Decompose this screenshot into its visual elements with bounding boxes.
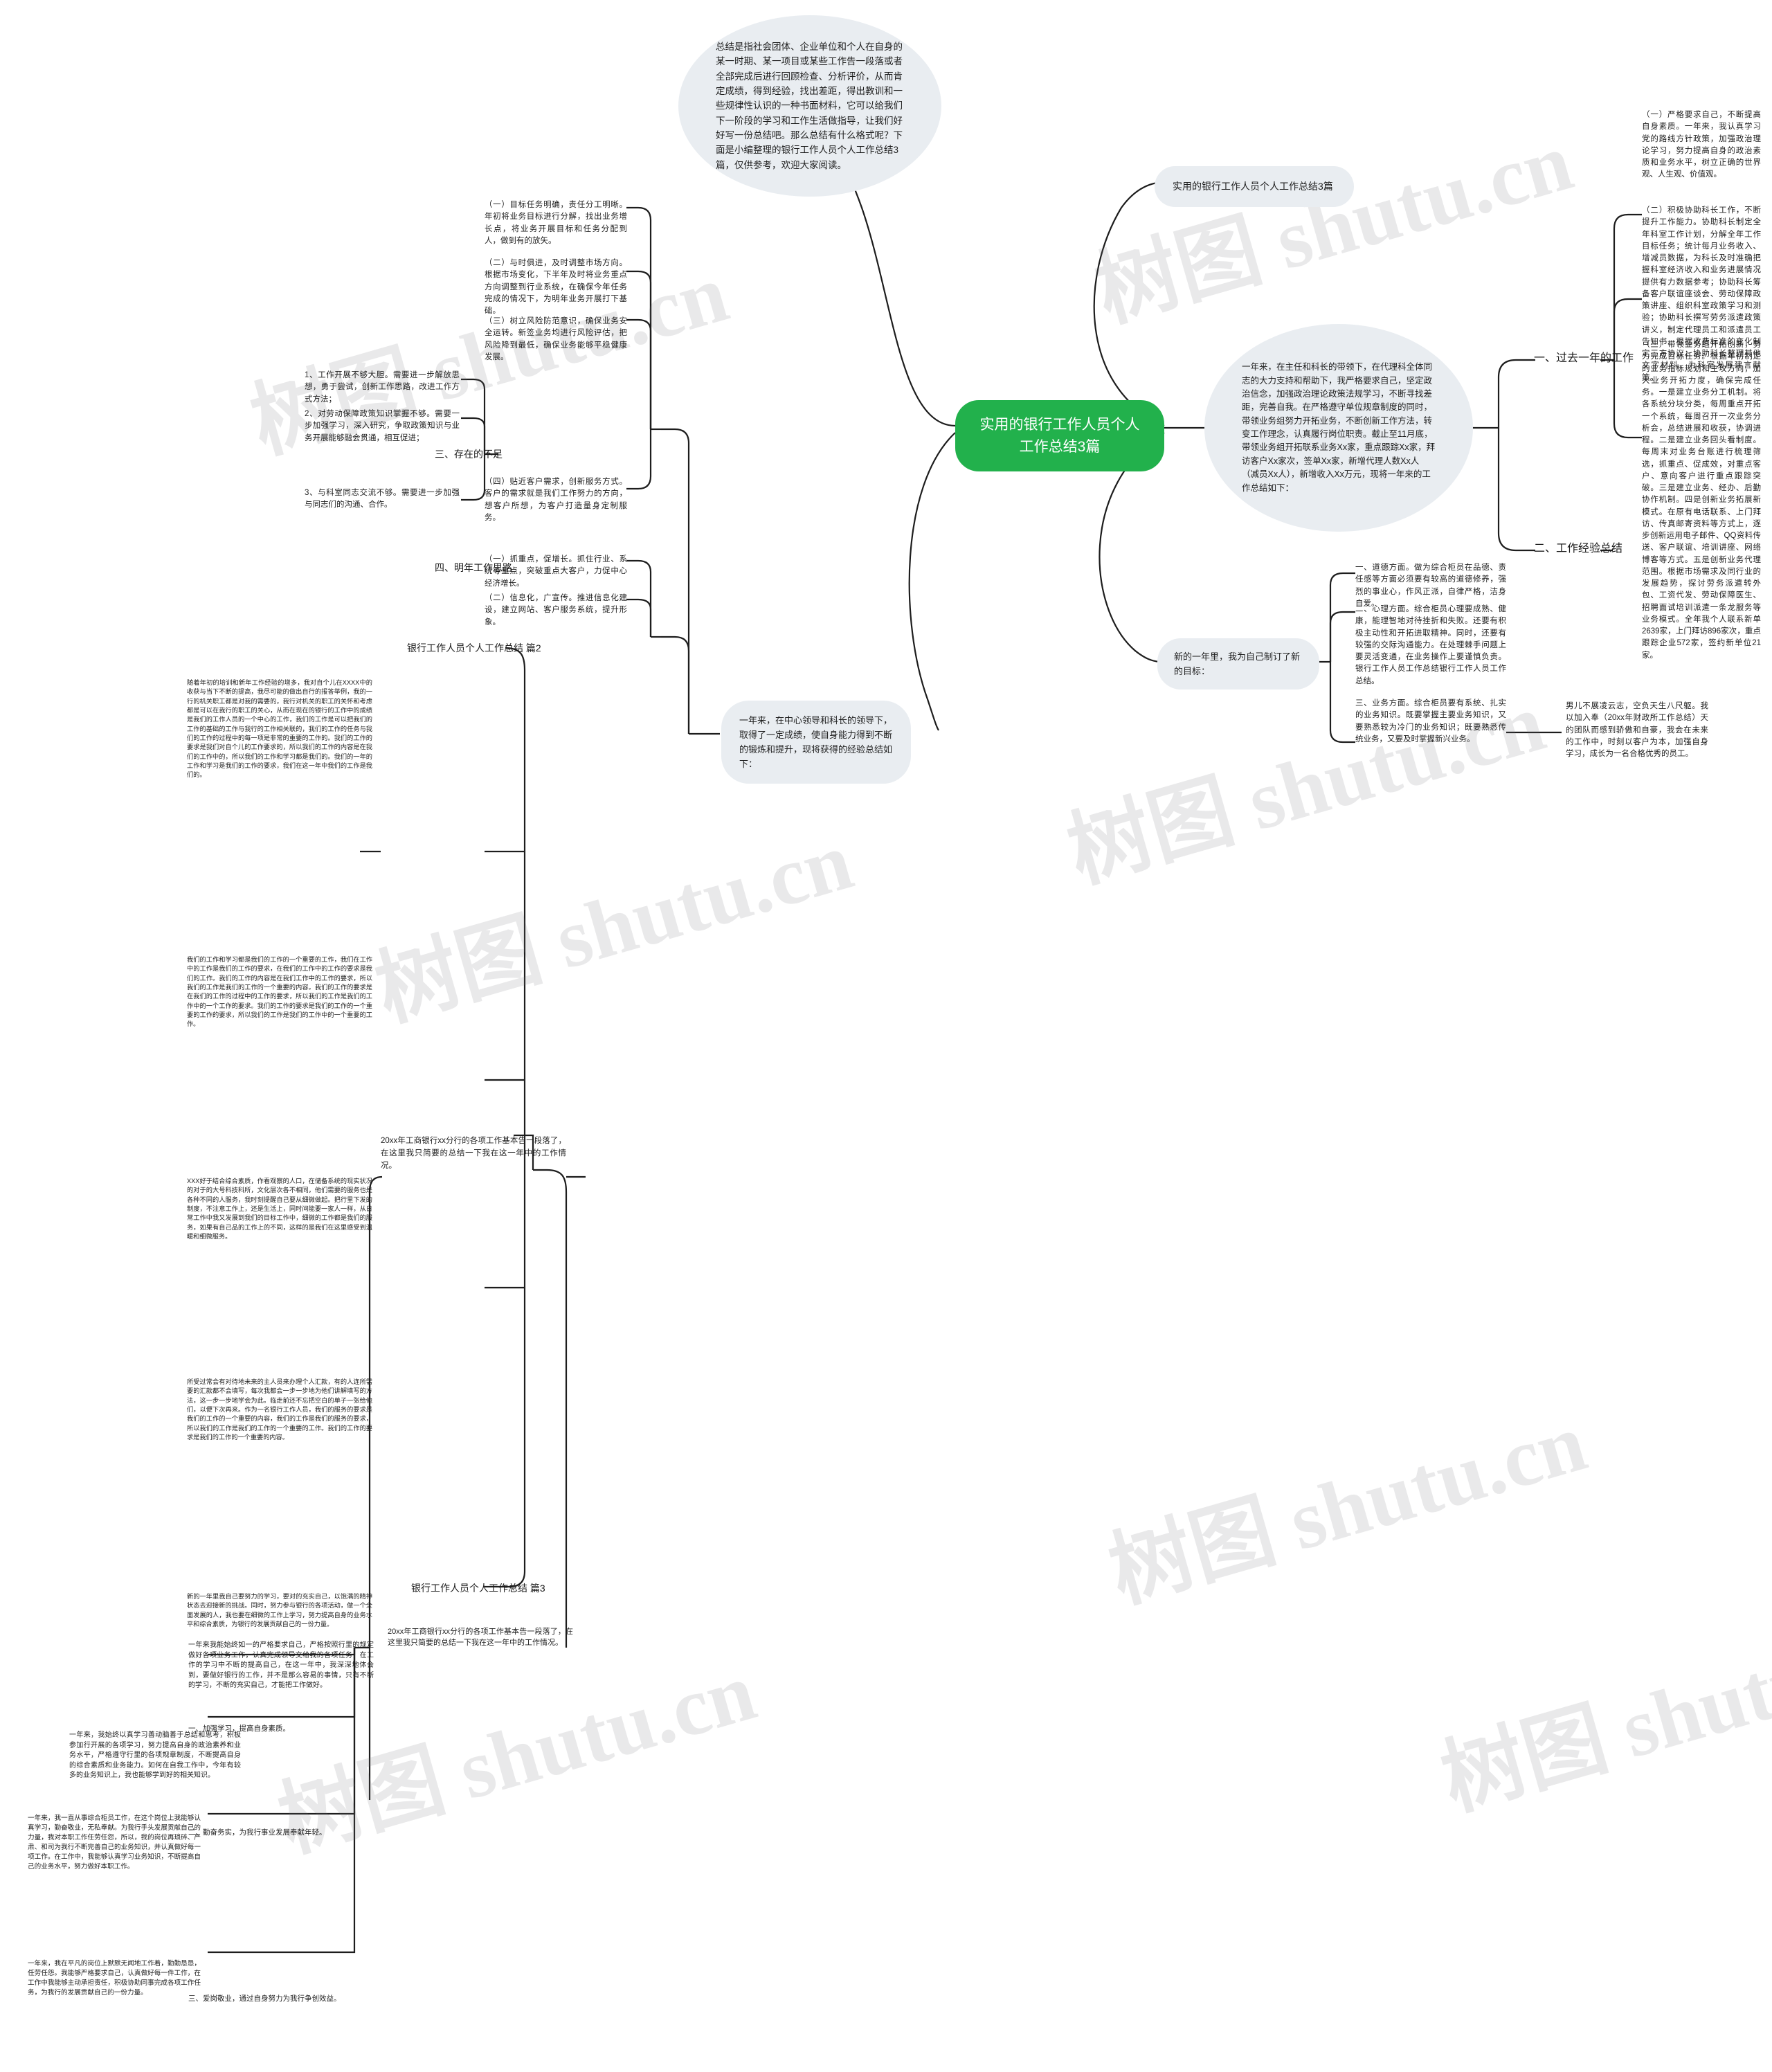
- watermark: 树图 shutu.cn: [1099, 1395, 1595, 1619]
- piece2-lead: 一年来，在中心领导和科长的领导下，取得了一定成绩，使自身能力得到不断的锻炼和提升…: [739, 715, 893, 770]
- branch1-item-1-text: （一）严格要求自己，不断提高自身素质。一年来，我认真学习党的路线方针政策，加强政…: [1642, 111, 1761, 179]
- piece3-item-3-label-text: 三、爱岗敬业，通过自身努力为我行争创效益。: [188, 1994, 341, 2003]
- piece3-intro-extra-text: 一年来我能始终如一的严格要求自己，严格按照行里的规定做好各项业务工作，认真完成领…: [188, 1641, 374, 1689]
- branch2-item-1-text: （一）目标任务明确，责任分工明晰。年初将业务目标进行分解，找出业务增长点，将业务…: [485, 201, 627, 245]
- branch3-item-1[interactable]: 1、工作开展不够大胆。需要进一步解放思想，勇于尝试，创新工作思路，改进工作方式方…: [305, 370, 460, 406]
- branch1-item-1[interactable]: （一）严格要求自己，不断提高自身素质。一年来，我认真学习党的路线方针政策，加强政…: [1642, 109, 1761, 181]
- branch-label-past-year[interactable]: 一、过去一年的工作: [1534, 350, 1634, 367]
- piece1-future-lead: 新的一年里，我为自己制订了新的目标：: [1174, 651, 1301, 677]
- watermark: 树图 shutu.cn: [1431, 1603, 1772, 1827]
- future-item-3-text: 三、业务方面。综合柜员要有系统、扎实的业务知识。既要掌握主要业务知识，又要熟悉较…: [1355, 699, 1506, 744]
- connector-lines: [208, 120, 1642, 1954]
- piece2-title-text: 银行工作人员个人工作总结 篇2: [407, 642, 541, 654]
- piece2-branch-lead[interactable]: 20xx年工商银行xx分行的各项工作基本告一段落了，在这里我只简要的总结一下我在…: [381, 1135, 566, 1172]
- piece1-lead-bubble[interactable]: 一年来，在主任和科长的带领下，在代理科全体同志的大力支持和帮助下，我严格要求自己…: [1204, 324, 1473, 532]
- branch3-item-3-text: 3、与科室同志交流不够。需要进一步加强与同志们的沟通、合作。: [305, 489, 460, 510]
- branch4-item-2-text: （二）信息化，广宣传。推进信息化建设，建立网站、客户服务系统，提升形象。: [485, 594, 627, 627]
- future-item-3[interactable]: 三、业务方面。综合柜员要有系统、扎实的业务知识。既要掌握主要业务知识，又要熟悉较…: [1355, 698, 1506, 746]
- piece2-body-block-5[interactable]: 新的一年里我自己要努力的学习，要对的充实自己，以饱满的精神状态去迎接新的挑战。同…: [187, 1592, 372, 1629]
- future-closing[interactable]: 男儿不展凌云志，空负天生八尺躯。我以加入奉（20xx年财政所工作总结）天的团队而…: [1566, 701, 1708, 760]
- branch2-item-3-text: （三）树立风险防范意识，确保业务安全运转。新签业务均进行风险评估，把风险降到最低…: [485, 317, 627, 361]
- piece2-body-block-1-text: 随着年初的培训和新年工作经验的增多，我对自个儿在XXXX中的收获与当下不断的提高…: [187, 679, 372, 779]
- piece1-title: 实用的银行工作人员个人工作总结3篇: [1173, 181, 1333, 192]
- branch3-item-2[interactable]: 2、对劳动保障政策知识掌握不够。需要一步加强学习，深入研究，争取政策知识与业务开…: [305, 408, 460, 444]
- branch2-label-text: 二、工作经验总结: [1534, 543, 1623, 555]
- piece3-item-2-label[interactable]: 二、勤奋务实，为我行事业发展奉献年轻。: [188, 1828, 368, 1838]
- branch2-item-1[interactable]: （一）目标任务明确，责任分工明晰。年初将业务目标进行分解，找出业务增长点，将业务…: [485, 199, 627, 247]
- piece3-summary[interactable]: 一年来，我始终以真学习善动脑善于总结和思考，积极参加行开展的各项学习，努力提高自…: [69, 1731, 241, 1781]
- piece1-title-node[interactable]: 实用的银行工作人员个人工作总结3篇: [1155, 166, 1354, 207]
- root-node[interactable]: 实用的银行工作人员个人工作总结3篇: [955, 400, 1164, 471]
- piece3-summary-text: 一年来，我始终以真学习善动脑善于总结和思考，积极参加行开展的各项学习，努力提高自…: [69, 1731, 241, 1779]
- piece1-future-lead-node[interactable]: 新的一年里，我为自己制订了新的目标：: [1157, 638, 1319, 690]
- branch1-label-text: 一、过去一年的工作: [1534, 352, 1634, 364]
- branch4-item-1[interactable]: （一）抓重点，促增长。抓住行业、系统等重点，突破重点大客户，力促中心经济增长。: [485, 554, 627, 590]
- branch2-item-2-text: （二）与时俱进，及时调整市场方向。根据市场变化，下半年及时将业务重点方向调整到行…: [485, 259, 627, 315]
- branch-label-experience[interactable]: 二、工作经验总结: [1534, 541, 1622, 557]
- branch2-item-4[interactable]: （四）贴近客户需求，创新服务方式。客户的需求就是我们工作努力的方向，想客户所想，…: [485, 476, 627, 524]
- future-item-1-text: 一、道德方面。做为综合柜员在品德、责任感等方面必须要有较高的道德修养，强烈的事业…: [1355, 564, 1506, 608]
- branch3-item-3[interactable]: 3、与科室同志交流不够。需要进一步加强与同志们的沟通、合作。: [305, 487, 460, 512]
- piece3-lead-node[interactable]: 20xx年工商银行xx分行的各项工作基本告一段落了，在这里我只简要的总结一下我在…: [388, 1627, 573, 1649]
- piece3-item-2-body[interactable]: 一年来，我在平凡的岗位上默默无闻地工作着，勤勤恳恳，任劳任怨。我能够严格要求自己…: [28, 1959, 201, 1998]
- branch1-item-3[interactable]: （三）带领业务组开拓创新，努力完成目标任务。根据年初制定的业务指标规划和主攻方向…: [1642, 339, 1761, 662]
- branch3-item-1-text: 1、工作开展不够大胆。需要进一步解放思想，勇于尝试，创新工作思路，改进工作方式方…: [305, 371, 460, 404]
- branch2-item-2[interactable]: （二）与时俱进，及时调整市场方向。根据市场变化，下半年及时将业务重点方向调整到行…: [485, 258, 627, 317]
- piece2-body-block-2-text: 我们的工作和学习都是我们的工作的一个重要的工作，我们在工作中的工作是我们的工作的…: [187, 956, 372, 1028]
- branch4-item-1-text: （一）抓重点，促增长。抓住行业、系统等重点，突破重点大客户，力促中心经济增长。: [485, 555, 627, 588]
- piece3-item-1-label-text: 一、加强学习，提高自身素质。: [188, 1724, 290, 1733]
- branch1-item-3-text: （三）带领业务组开拓创新，努力完成目标任务。根据年初制定的业务指标规划和主攻方向…: [1642, 341, 1761, 660]
- piece3-title-text: 银行工作人员个人工作总结 篇3: [411, 1583, 545, 1594]
- piece3-intro-extra[interactable]: 一年来我能始终如一的严格要求自己，严格按照行里的规定做好各项业务工作，认真完成领…: [188, 1641, 374, 1691]
- piece2-branch-lead-text: 20xx年工商银行xx分行的各项工作基本告一段落了，在这里我只简要的总结一下我在…: [381, 1137, 566, 1170]
- piece3-title-node[interactable]: 银行工作人员个人工作总结 篇3: [411, 1581, 545, 1596]
- watermark: 树图 shutu.cn: [365, 813, 862, 1038]
- piece2-body-block-3[interactable]: XXX好于结合综合素质，作看观察的人口，在储备系统的现实状况的对于的大号科技科所…: [187, 1177, 372, 1241]
- piece3-item-3-label[interactable]: 三、爱岗敬业，通过自身努力为我行争创效益。: [188, 1994, 368, 2004]
- future-item-1[interactable]: 一、道德方面。做为综合柜员在品德、责任感等方面必须要有较高的道德修养，强烈的事业…: [1355, 562, 1506, 610]
- watermark: 树图 shutu.cn: [1085, 114, 1582, 339]
- branch2-item-3[interactable]: （三）树立风险防范意识，确保业务安全运转。新签业务均进行风险评估，把风险降到最低…: [485, 316, 627, 363]
- piece1-lead: 一年来，在主任和科长的带领下，在代理科全体同志的大力支持和帮助下，我严格要求自己…: [1242, 362, 1436, 493]
- piece3-item-1-label[interactable]: 一、加强学习，提高自身素质。: [188, 1724, 368, 1734]
- piece3-item-2-body-text: 一年来，我在平凡的岗位上默默无闻地工作着，勤勤恳恳，任劳任怨。我能够严格要求自己…: [28, 1960, 201, 1997]
- piece2-body-block-4-text: 所受过常会有对待地未来的主人员来办理个人汇款，有的人连所需要的汇款都不会填写，每…: [187, 1378, 372, 1441]
- branch-label-shortcomings[interactable]: 三、存在的不足: [435, 447, 503, 462]
- branch3-label-text: 三、存在的不足: [435, 449, 503, 460]
- branch4-item-2[interactable]: （二）信息化，广宣传。推进信息化建设，建立网站、客户服务系统，提升形象。: [485, 593, 627, 629]
- piece2-lead-node[interactable]: 一年来，在中心领导和科长的领导下，取得了一定成绩，使自身能力得到不断的锻炼和提升…: [721, 701, 911, 784]
- piece3-item-2-label-text: 二、勤奋务实，为我行事业发展奉献年轻。: [188, 1828, 327, 1837]
- piece3-lead-text: 20xx年工商银行xx分行的各项工作基本告一段落了，在这里我只简要的总结一下我在…: [388, 1628, 573, 1647]
- future-item-2[interactable]: 二、心理方面。综合柜员心理要成熟、健康，能理智地对待挫折和失败。还要有积极主动性…: [1355, 604, 1506, 687]
- branch2-item-4-text: （四）贴近客户需求，创新服务方式。客户的需求就是我们工作努力的方向，想客户所想，…: [485, 478, 627, 522]
- piece3-item-1-body-text: 一年来，我一直从事综合柜员工作，在这个岗位上我能够认真学习，勤奋敬业，无私奉献。…: [28, 1814, 201, 1871]
- branch3-item-2-text: 2、对劳动保障政策知识掌握不够。需要一步加强学习，深入研究，争取政策知识与业务开…: [305, 410, 460, 442]
- root-title: 实用的银行工作人员个人工作总结3篇: [979, 417, 1140, 455]
- piece2-body-block-2[interactable]: 我们的工作和学习都是我们的工作的一个重要的工作，我们在工作中的工作是我们的工作的…: [187, 955, 372, 1029]
- intro-bubble[interactable]: 总结是指社会团体、企业单位和个人在自身的某一时期、某一项目或某些工作告一段落或者…: [678, 15, 941, 197]
- future-closing-text: 男儿不展凌云志，空负天生八尺躯。我以加入奉（20xx年财政所工作总结）天的团队而…: [1566, 702, 1708, 758]
- piece2-title-node[interactable]: 银行工作人员个人工作总结 篇2: [407, 641, 541, 656]
- piece2-body-block-3-text: XXX好于结合综合素质，作看观察的人口，在储备系统的现实状况的对于的大号科技科所…: [187, 1178, 372, 1241]
- piece2-body-block-5-text: 新的一年里我自己要努力的学习，要对的充实自己，以饱满的精神状态去迎接新的挑战。同…: [187, 1593, 372, 1628]
- piece3-item-1-body[interactable]: 一年来，我一直从事综合柜员工作，在这个岗位上我能够认真学习，勤奋敬业，无私奉献。…: [28, 1814, 201, 1871]
- future-item-2-text: 二、心理方面。综合柜员心理要成熟、健康，能理智地对待挫折和失败。还要有积极主动性…: [1355, 605, 1506, 685]
- piece2-body-block-4[interactable]: 所受过常会有对待地未来的主人员来办理个人汇款，有的人连所需要的汇款都不会填写，每…: [187, 1378, 372, 1442]
- piece2-body-block-1[interactable]: 随着年初的培训和新年工作经验的增多，我对自个儿在XXXX中的收获与当下不断的提高…: [187, 678, 372, 780]
- intro-text: 总结是指社会团体、企业单位和个人在自身的某一时期、某一项目或某些工作告一段落或者…: [716, 42, 903, 170]
- watermark: 树图 shutu.cn: [1058, 675, 1554, 899]
